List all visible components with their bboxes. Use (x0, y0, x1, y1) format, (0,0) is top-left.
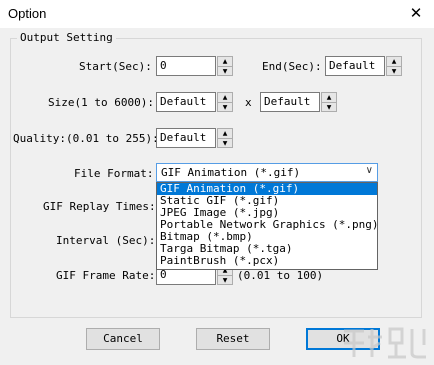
quality-label: Quality:(0.01 to 255): (13, 132, 159, 145)
dropdown-option[interactable]: PaintBrush (*.pcx) (157, 255, 377, 267)
frame-rate-hint: (0.01 to 100) (237, 269, 324, 282)
start-spinner[interactable]: ▲ ▼ (217, 56, 233, 76)
title-bar: Option ✕ (0, 0, 434, 28)
size-width-spinner[interactable]: ▲ ▼ (217, 92, 233, 112)
end-label: End(Sec): (262, 60, 322, 73)
reset-button[interactable]: Reset (196, 328, 270, 350)
watermark-logo (344, 327, 426, 359)
start-label: Start(Sec): (79, 60, 152, 73)
spin-up-icon[interactable]: ▲ (218, 57, 232, 67)
file-format-combobox[interactable]: GIF Animation (*.gif) ∨ (156, 163, 378, 182)
size-label: Size(1 to 6000): (48, 96, 154, 109)
spin-up-icon[interactable]: ▲ (387, 57, 401, 67)
close-icon[interactable]: ✕ (404, 2, 428, 26)
chevron-down-icon[interactable]: ∨ (366, 165, 373, 176)
dialog-body: Output Setting Start(Sec): 0 ▲ ▼ End(Sec)… (0, 28, 434, 365)
size-height-spinner[interactable]: ▲ ▼ (321, 92, 337, 112)
size-width-input[interactable]: Default (156, 92, 216, 112)
file-format-label: File Format: (74, 167, 154, 180)
frame-rate-label: GIF Frame Rate: (56, 269, 156, 282)
quality-spinner[interactable]: ▲ ▼ (217, 128, 233, 148)
file-format-selected: GIF Animation (*.gif) (161, 166, 301, 179)
group-label: Output Setting (17, 31, 116, 44)
spin-down-icon[interactable]: ▼ (218, 103, 232, 112)
spin-down-icon[interactable]: ▼ (387, 67, 401, 76)
spin-down-icon[interactable]: ▼ (218, 67, 232, 76)
file-format-dropdown: GIF Animation (*.gif) Static GIF (*.gif)… (156, 182, 379, 270)
spin-up-icon[interactable]: ▲ (218, 93, 232, 103)
interval-label: Interval (Sec): (56, 234, 156, 247)
spin-down-icon[interactable]: ▼ (218, 139, 232, 148)
end-spinner[interactable]: ▲ ▼ (386, 56, 402, 76)
window-title: Option (8, 6, 47, 21)
size-separator: x (245, 96, 252, 109)
spin-up-icon[interactable]: ▲ (322, 93, 336, 103)
size-height-input[interactable]: Default (260, 92, 320, 112)
end-input[interactable]: Default (325, 56, 385, 76)
gif-replay-label: GIF Replay Times: (43, 200, 156, 213)
spin-down-icon[interactable]: ▼ (322, 103, 336, 112)
spin-down-icon[interactable]: ▼ (218, 276, 232, 285)
spin-up-icon[interactable]: ▲ (218, 129, 232, 139)
start-input[interactable]: 0 (156, 56, 216, 76)
cancel-button[interactable]: Cancel (86, 328, 160, 350)
quality-input[interactable]: Default (156, 128, 216, 148)
